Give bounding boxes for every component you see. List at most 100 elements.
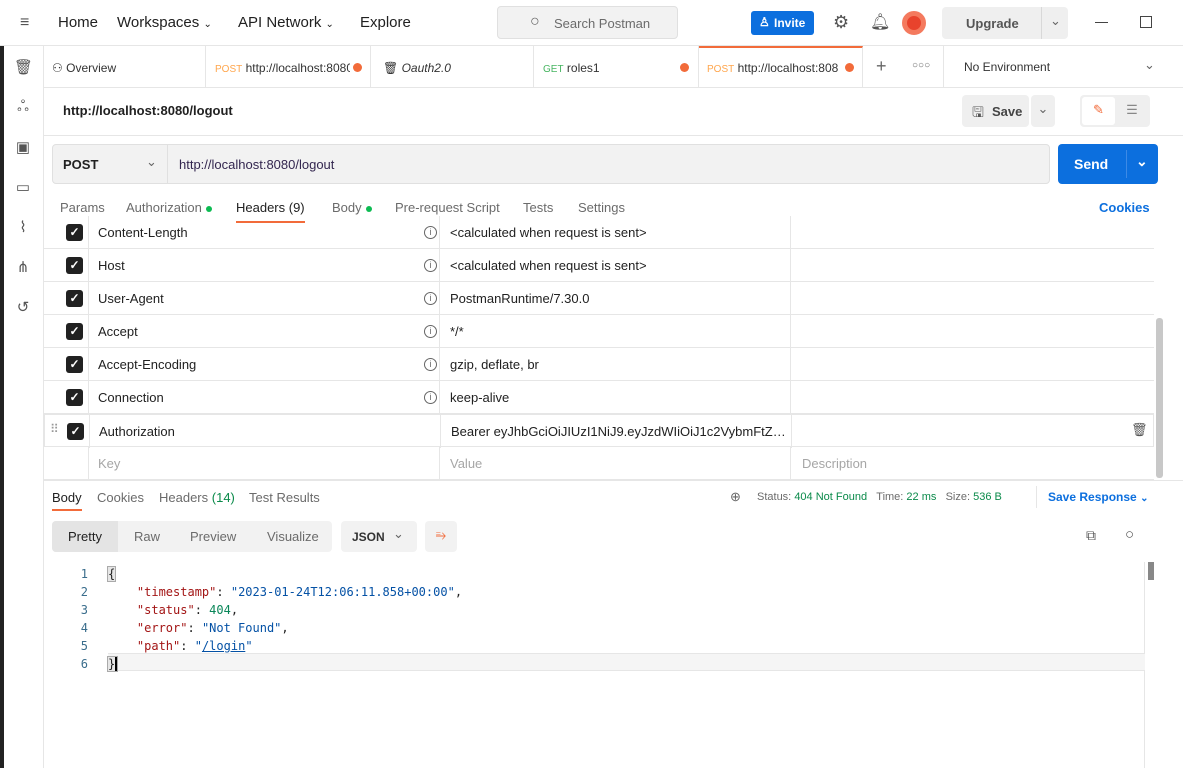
chevron-down-icon[interactable]: ⌄ bbox=[1050, 13, 1061, 29]
header-key[interactable]: Content-Length bbox=[98, 225, 188, 240]
format-select[interactable]: JSON ⌄ bbox=[341, 521, 417, 552]
view-pretty[interactable]: Pretty bbox=[52, 521, 118, 552]
monitors-icon[interactable]: ⌇ bbox=[14, 218, 32, 236]
editor-scrollbar[interactable] bbox=[1148, 562, 1154, 580]
tab-post-logout-active[interactable]: POST http://localhost:808 bbox=[699, 46, 863, 88]
comments-icon[interactable]: ☰ bbox=[1116, 97, 1148, 125]
tab-post-localhost[interactable]: POST http://localhost:8080 bbox=[206, 46, 371, 88]
value-input[interactable]: Value bbox=[450, 456, 790, 471]
info-icon[interactable]: i bbox=[424, 325, 437, 338]
info-icon[interactable]: i bbox=[424, 259, 437, 272]
divider bbox=[88, 282, 89, 315]
nav-explore[interactable]: Explore bbox=[360, 14, 411, 31]
mock-servers-icon[interactable]: ▭ bbox=[14, 178, 32, 196]
header-key[interactable]: Accept bbox=[98, 324, 138, 339]
save-button[interactable]: 🖫 Save bbox=[962, 95, 1029, 127]
tab-tests[interactable]: Tests bbox=[523, 200, 553, 215]
description-input[interactable]: Description bbox=[802, 456, 867, 471]
header-enabled-checkbox[interactable]: ✓ bbox=[66, 224, 83, 241]
minimize-icon[interactable] bbox=[1095, 22, 1108, 23]
header-enabled-checkbox[interactable]: ✓ bbox=[66, 257, 83, 274]
search-input[interactable]: ○ Search Postman bbox=[497, 6, 678, 39]
header-enabled-checkbox[interactable]: ✓ bbox=[66, 356, 83, 373]
header-value[interactable]: Bearer eyJhbGciOiJIUzI1NiJ9.eyJzdWIiOiJ1… bbox=[451, 424, 791, 439]
tab-get-roles1[interactable]: GET roles1 bbox=[534, 46, 699, 88]
maximize-icon[interactable] bbox=[1140, 16, 1152, 28]
header-value[interactable]: gzip, deflate, br bbox=[450, 357, 790, 372]
header-key[interactable]: Host bbox=[98, 258, 125, 273]
nav-workspaces[interactable]: Workspaces ⌄ bbox=[117, 14, 212, 31]
new-tab-plus-icon[interactable]: + bbox=[876, 56, 887, 77]
key-input[interactable]: Key bbox=[98, 456, 120, 471]
edit-pencil-icon[interactable]: ✎ bbox=[1082, 97, 1115, 125]
send-button[interactable]: Send ⌄ bbox=[1058, 144, 1158, 184]
divider bbox=[88, 348, 89, 381]
history-icon[interactable]: ↺ bbox=[14, 298, 32, 316]
drag-handle-icon[interactable]: ⠿ bbox=[50, 422, 59, 436]
size-value[interactable]: 536 B bbox=[973, 491, 1002, 503]
collections-icon[interactable]: 🗑︎ bbox=[14, 58, 33, 76]
save-options-chevron-icon[interactable]: ⌄ bbox=[1031, 95, 1055, 127]
json-key: "timestamp" bbox=[136, 585, 217, 599]
view-raw[interactable]: Raw bbox=[134, 529, 160, 544]
chevron-down-icon: ⌄ bbox=[393, 526, 404, 541]
save-response-button[interactable]: Save Response ⌄ bbox=[1048, 490, 1148, 504]
info-icon[interactable]: i bbox=[424, 391, 437, 404]
header-enabled-checkbox[interactable]: ✓ bbox=[66, 323, 83, 340]
tab-authorization[interactable]: Authorization bbox=[126, 200, 212, 215]
tab-pre-request-script[interactable]: Pre-request Script bbox=[395, 200, 500, 215]
trash-icon[interactable]: 🗑︎ bbox=[1131, 422, 1148, 438]
header-key[interactable]: Connection bbox=[98, 390, 164, 405]
tab-body[interactable]: Body bbox=[332, 200, 372, 215]
environment-select[interactable]: No Environment ⌄ bbox=[943, 46, 1183, 88]
tab-oauth2[interactable]: 🗑︎ Oauth2.0 bbox=[371, 46, 534, 88]
environments-icon[interactable]: ▣ bbox=[14, 138, 32, 156]
headers-scrollbar[interactable] bbox=[1156, 318, 1163, 478]
chevron-down-icon[interactable]: ⌄ bbox=[1136, 153, 1148, 170]
response-tab-body[interactable]: Body bbox=[52, 490, 82, 511]
status-value[interactable]: 404 Not Found bbox=[794, 491, 867, 503]
info-icon[interactable]: i bbox=[424, 292, 437, 305]
response-tab-cookies[interactable]: Cookies bbox=[97, 490, 144, 505]
response-tab-test-results[interactable]: Test Results bbox=[249, 490, 320, 505]
header-value[interactable]: */* bbox=[450, 324, 790, 339]
view-preview[interactable]: Preview bbox=[190, 529, 236, 544]
upgrade-button[interactable]: Upgrade ⌄ bbox=[942, 7, 1068, 39]
search-icon[interactable]: ○ bbox=[1125, 526, 1134, 543]
invite-button[interactable]: ♙ Invite bbox=[751, 11, 814, 35]
header-key[interactable]: Accept-Encoding bbox=[98, 357, 196, 372]
header-enabled-checkbox[interactable]: ✓ bbox=[67, 423, 84, 440]
json-link-value[interactable]: /login bbox=[202, 639, 245, 653]
globe-icon[interactable]: ⊕ bbox=[730, 489, 741, 505]
response-tab-headers[interactable]: Headers (14) bbox=[159, 490, 235, 505]
tab-overview[interactable]: ⚇ Overview bbox=[44, 46, 206, 88]
menu-icon[interactable]: ≡ bbox=[20, 14, 29, 32]
header-value[interactable]: <calculated when request is sent> bbox=[450, 225, 790, 240]
header-key[interactable]: User-Agent bbox=[98, 291, 164, 306]
header-value[interactable]: keep-alive bbox=[450, 390, 790, 405]
apis-icon[interactable]: ஃ bbox=[14, 98, 32, 116]
nav-api-network[interactable]: API Network ⌄ bbox=[238, 14, 334, 31]
method-select[interactable]: POST ⌄ bbox=[53, 145, 168, 183]
avatar[interactable] bbox=[902, 11, 926, 35]
view-visualize[interactable]: Visualize bbox=[267, 529, 319, 544]
tab-settings[interactable]: Settings bbox=[578, 200, 625, 215]
flows-icon[interactable]: ⋔ bbox=[14, 258, 32, 276]
nav-home[interactable]: Home bbox=[58, 14, 98, 31]
bell-icon[interactable]: 🔔︎ bbox=[870, 12, 890, 32]
header-enabled-checkbox[interactable]: ✓ bbox=[66, 389, 83, 406]
header-value[interactable]: <calculated when request is sent> bbox=[450, 258, 790, 273]
wrap-lines-icon[interactable]: ⥱ bbox=[425, 521, 457, 552]
more-tabs-icon[interactable]: ○○○ bbox=[912, 60, 930, 71]
header-value[interactable]: PostmanRuntime/7.30.0 bbox=[450, 291, 790, 306]
gear-icon[interactable]: ⚙ bbox=[833, 12, 849, 33]
copy-icon[interactable]: ⧉ bbox=[1086, 527, 1096, 544]
info-icon[interactable]: i bbox=[424, 226, 437, 239]
cookies-link[interactable]: Cookies bbox=[1099, 200, 1150, 215]
header-enabled-checkbox[interactable]: ✓ bbox=[66, 290, 83, 307]
info-icon[interactable]: i bbox=[424, 358, 437, 371]
header-key[interactable]: Authorization bbox=[99, 424, 175, 439]
url-input[interactable]: http://localhost:8080/logout bbox=[179, 157, 334, 172]
time-value[interactable]: 22 ms bbox=[906, 491, 936, 503]
tab-params[interactable]: Params bbox=[60, 200, 105, 215]
